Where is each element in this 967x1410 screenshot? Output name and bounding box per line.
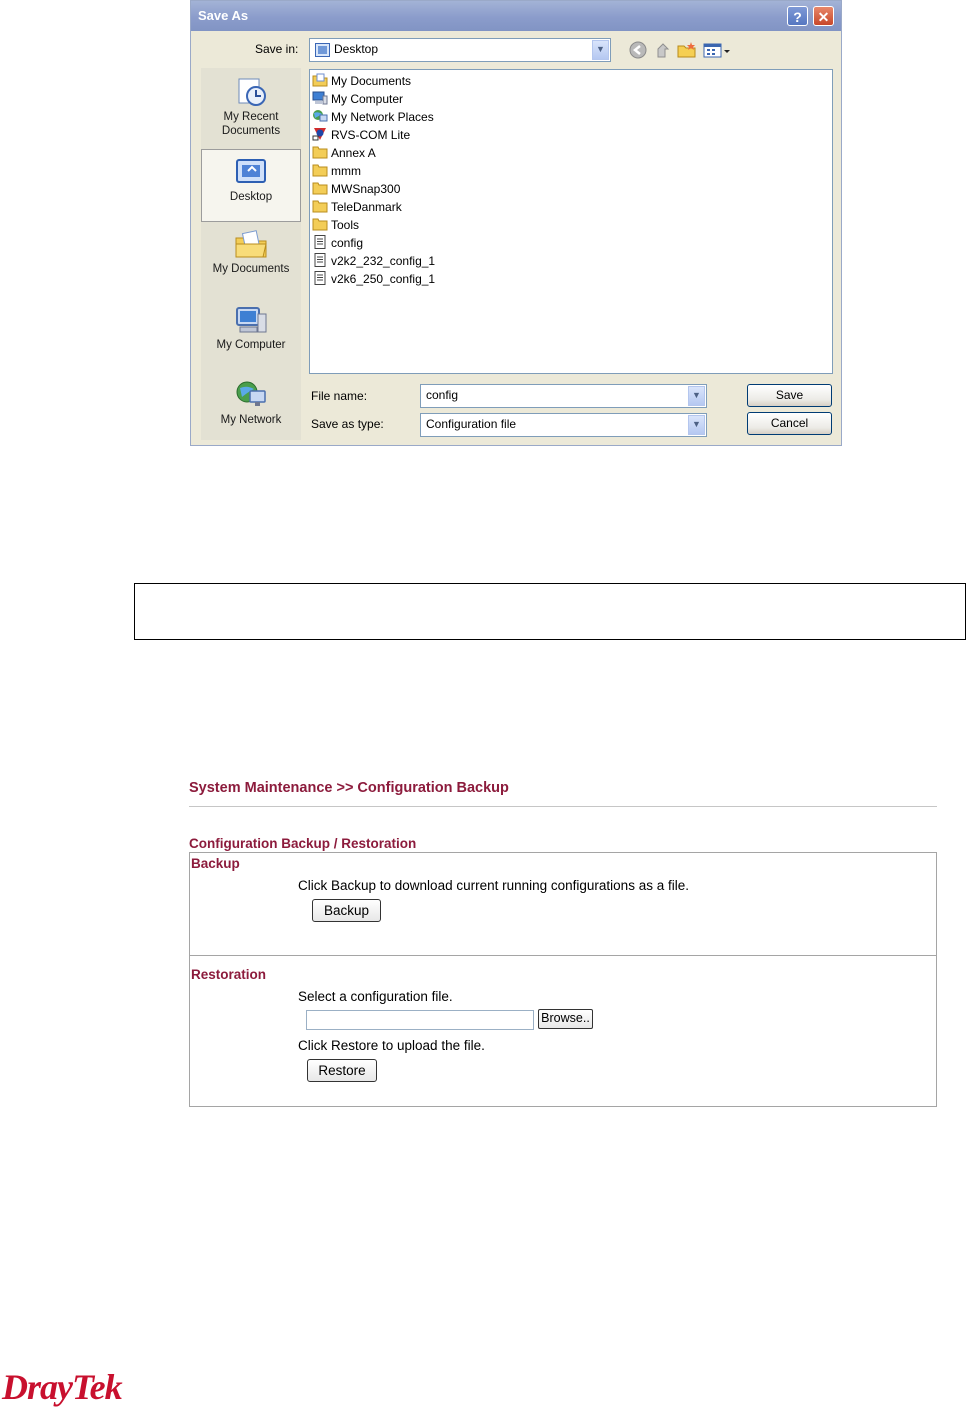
views-menu-icon[interactable]	[703, 41, 733, 63]
file-name: My Network Places	[331, 110, 434, 124]
folder-icon	[312, 146, 328, 159]
file-name: My Documents	[331, 74, 412, 88]
file-name: mmm	[331, 164, 361, 178]
places-bar: My Recent Documents Desktop My Documents	[201, 68, 301, 440]
place-label: My Documents	[212, 263, 290, 275]
new-folder-icon[interactable]	[677, 41, 697, 63]
close-button[interactable]: ✕	[813, 6, 834, 26]
place-my-recent-documents[interactable]: My Recent Documents	[201, 76, 301, 146]
place-label: My Network	[220, 414, 282, 426]
chevron-down-icon[interactable]: ▼	[688, 415, 705, 435]
save-as-dialog: Save As ? ✕ Save in: Desktop ▼ My Recent…	[190, 0, 842, 446]
text-file-icon	[314, 235, 326, 249]
chevron-down-icon[interactable]: ▼	[592, 40, 609, 60]
place-my-computer[interactable]: My Computer	[201, 304, 301, 364]
folder-icon	[312, 164, 328, 177]
list-item[interactable]: config	[312, 234, 363, 252]
file-name: RVS-COM Lite	[331, 128, 411, 142]
restoration-heading: Restoration	[191, 967, 267, 982]
place-label: My Recent	[223, 111, 279, 123]
select-file-text: Select a configuration file.	[298, 989, 453, 1004]
list-item[interactable]: RVS-COM Lite	[312, 126, 410, 144]
my-computer-icon	[236, 307, 267, 333]
page-breadcrumb: System Maintenance >> Configuration Back…	[189, 780, 509, 796]
file-name: config	[331, 236, 364, 250]
dialog-title: Save As	[198, 8, 249, 23]
list-item[interactable]: mmm	[312, 162, 361, 180]
desktop-icon	[236, 159, 266, 183]
list-item[interactable]: Tools	[312, 216, 359, 234]
file-name: v2k6_250_config_1	[331, 272, 436, 286]
file-name: MWSnap300	[331, 182, 401, 196]
my-network-icon	[236, 381, 266, 406]
up-folder-icon[interactable]	[655, 41, 671, 63]
place-label: Desktop	[229, 191, 273, 203]
backup-restore-panel: Backup Click Backup to download current …	[189, 852, 937, 1107]
save-in-label: Save in:	[255, 42, 299, 56]
save-in-dropdown[interactable]: Desktop ▼	[309, 38, 611, 62]
place-my-documents[interactable]: My Documents	[201, 228, 301, 288]
divider	[190, 955, 936, 956]
list-item[interactable]: My Computer	[312, 90, 403, 108]
folder-icon	[312, 218, 328, 231]
backup-button[interactable]: Backup	[312, 899, 381, 922]
list-item[interactable]: v2k2_232_config_1	[312, 252, 435, 270]
draytek-logo: DrayTek	[2, 1367, 123, 1407]
app-shortcut-icon	[312, 128, 326, 141]
file-name-value: config	[426, 388, 459, 402]
restore-button[interactable]: Restore	[307, 1059, 377, 1082]
my-documents-icon	[235, 230, 267, 258]
config-file-input[interactable]	[306, 1010, 534, 1030]
cancel-button[interactable]: Cancel	[747, 412, 832, 435]
restore-description: Click Restore to upload the file.	[298, 1038, 485, 1053]
dialog-toolbar	[629, 41, 749, 61]
help-button[interactable]: ?	[787, 6, 808, 26]
list-item[interactable]: My Network Places	[312, 108, 434, 126]
list-item[interactable]: v2k6_250_config_1	[312, 270, 435, 288]
save-as-type-value: Configuration file	[426, 417, 517, 431]
my-documents-icon	[312, 73, 328, 87]
desktop-icon	[315, 43, 330, 57]
text-file-icon	[314, 253, 326, 267]
save-as-type-label: Save as type:	[311, 417, 384, 431]
place-my-network[interactable]: My Network	[201, 379, 301, 439]
dialog-title-bar[interactable]: Save As ? ✕	[191, 1, 841, 31]
save-as-type-dropdown[interactable]: Configuration file ▼	[420, 413, 707, 437]
file-name-input[interactable]: config ▼	[420, 384, 707, 408]
save-in-value: Desktop	[334, 42, 379, 56]
list-item[interactable]: MWSnap300	[312, 180, 400, 198]
my-computer-icon	[312, 91, 328, 105]
list-item[interactable]: TeleDanmark	[312, 198, 402, 216]
file-list[interactable]: My Documents My Computer My Network Plac…	[309, 69, 833, 374]
chevron-down-icon[interactable]: ▼	[688, 386, 705, 406]
list-item[interactable]: Annex A	[312, 144, 376, 162]
file-name: Annex A	[331, 146, 376, 160]
file-name: My Computer	[331, 92, 404, 106]
list-item[interactable]: My Documents	[312, 72, 411, 90]
place-label: Documents	[221, 125, 281, 137]
divider	[189, 806, 937, 807]
empty-info-box	[134, 583, 966, 640]
browse-button[interactable]: Browse..	[538, 1009, 593, 1029]
place-desktop[interactable]: Desktop	[201, 149, 301, 222]
network-places-icon	[313, 110, 328, 122]
folder-icon	[312, 200, 328, 213]
section-title: Configuration Backup / Restoration	[189, 836, 417, 851]
place-label: My Computer	[216, 339, 286, 351]
folder-icon	[312, 182, 328, 195]
save-button[interactable]: Save	[747, 384, 832, 407]
text-file-icon	[314, 271, 326, 285]
back-icon[interactable]	[629, 41, 647, 63]
recent-docs-icon	[238, 78, 266, 106]
file-name: Tools	[331, 218, 360, 232]
file-name-label: File name:	[311, 389, 368, 403]
file-name: TeleDanmark	[331, 200, 402, 214]
backup-heading: Backup	[191, 856, 240, 871]
backup-description: Click Backup to download current running…	[298, 878, 689, 893]
file-name: v2k2_232_config_1	[331, 254, 436, 268]
